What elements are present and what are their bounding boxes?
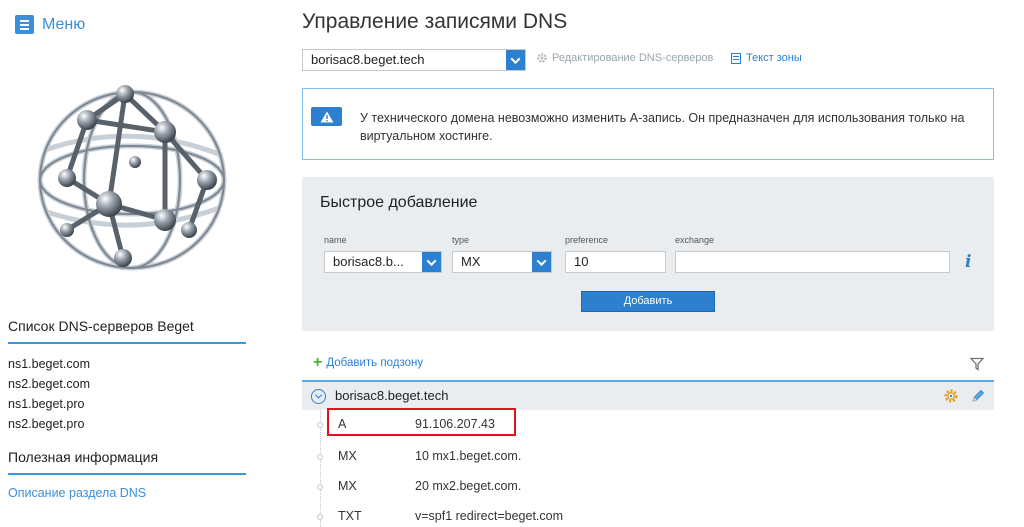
zone-text-label: Текст зоны: [746, 52, 802, 64]
zone-row[interactable]: borisac8.beget.tech: [302, 380, 994, 410]
collapse-icon[interactable]: [311, 389, 326, 404]
warning-icon: [311, 107, 342, 126]
list-item: ns1.beget.pro: [8, 397, 85, 411]
list-item: ns1.beget.com: [8, 357, 90, 371]
name-label: name: [324, 235, 347, 245]
dns-globe-icon: [37, 85, 227, 271]
record-row[interactable]: TXT v=spf1 redirect=beget.com: [317, 502, 720, 527]
plus-icon: +: [313, 354, 323, 371]
dns-description-link[interactable]: Описание раздела DNS: [8, 486, 146, 500]
type-label: type: [452, 235, 470, 245]
zone-name: borisac8.beget.tech: [335, 388, 449, 403]
pencil-icon[interactable]: [970, 388, 986, 404]
name-select-value: borisac8.b...: [333, 254, 404, 269]
record-type: MX: [338, 449, 357, 463]
filter-icon[interactable]: [970, 357, 984, 371]
useful-info-heading: Полезная информация: [8, 449, 246, 475]
gear-icon: [537, 53, 547, 63]
menu-label: Меню: [42, 15, 86, 33]
menu-button[interactable]: Меню: [15, 15, 85, 34]
alert-text: У технического домена невозможно изменит…: [360, 111, 965, 143]
domain-select-value: borisac8.beget.tech: [311, 52, 425, 67]
record-value: 10 mx1.beget.com.: [415, 449, 522, 463]
exchange-label: exchange: [675, 235, 715, 245]
settings-gear-icon[interactable]: [943, 388, 959, 404]
record-row[interactable]: MX 20 mx2.beget.com.: [317, 472, 720, 502]
tree-node-dot: [317, 484, 323, 490]
document-icon: [731, 52, 741, 64]
type-select-value: MX: [461, 254, 481, 269]
edit-dns-servers-label: Редактирование DNS-серверов: [552, 52, 714, 64]
type-select[interactable]: MX: [452, 251, 552, 273]
quick-add-title: Быстрое добавление: [320, 194, 478, 211]
exchange-input[interactable]: [675, 251, 950, 273]
list-item: ns2.beget.pro: [8, 417, 85, 431]
chevron-down-icon[interactable]: [422, 252, 441, 272]
name-select[interactable]: borisac8.b...: [324, 251, 442, 273]
add-subzone-label: Добавить подзону: [326, 357, 424, 369]
chevron-down-icon[interactable]: [506, 50, 525, 70]
tree-node-dot: [317, 514, 323, 520]
tree-node-dot: [317, 422, 323, 428]
tree-node-dot: [317, 454, 323, 460]
dns-server-list: ns1.beget.com ns2.beget.com ns1.beget.pr…: [8, 354, 90, 434]
domain-select[interactable]: borisac8.beget.tech: [302, 49, 526, 71]
page-title: Управление записями DNS: [302, 10, 568, 33]
record-row[interactable]: MX 10 mx1.beget.com.: [317, 442, 720, 472]
add-button[interactable]: Добавить: [581, 291, 715, 312]
info-icon[interactable]: i: [965, 252, 971, 272]
zone-text-link[interactable]: Текст зоны: [731, 52, 802, 64]
highlight-box: [327, 408, 516, 436]
edit-dns-servers-link: Редактирование DNS-серверов: [536, 52, 713, 64]
record-type: TXT: [338, 509, 362, 523]
preference-label: preference: [565, 235, 609, 245]
list-item: ns2.beget.com: [8, 377, 90, 391]
record-value: v=spf1 redirect=beget.com: [415, 509, 563, 523]
record-type: MX: [338, 479, 357, 493]
add-subzone-link[interactable]: + Добавить подзону: [313, 354, 424, 371]
record-value: 20 mx2.beget.com.: [415, 479, 522, 493]
quick-add-panel: Быстрое добавление name borisac8.b... ty…: [302, 177, 994, 331]
hamburger-icon: [15, 15, 34, 34]
dns-servers-heading: Список DNS-серверов Beget: [8, 318, 246, 344]
alert-box: У технического домена невозможно изменит…: [302, 88, 994, 160]
preference-input[interactable]: 10: [565, 251, 666, 273]
chevron-down-icon[interactable]: [532, 252, 551, 272]
